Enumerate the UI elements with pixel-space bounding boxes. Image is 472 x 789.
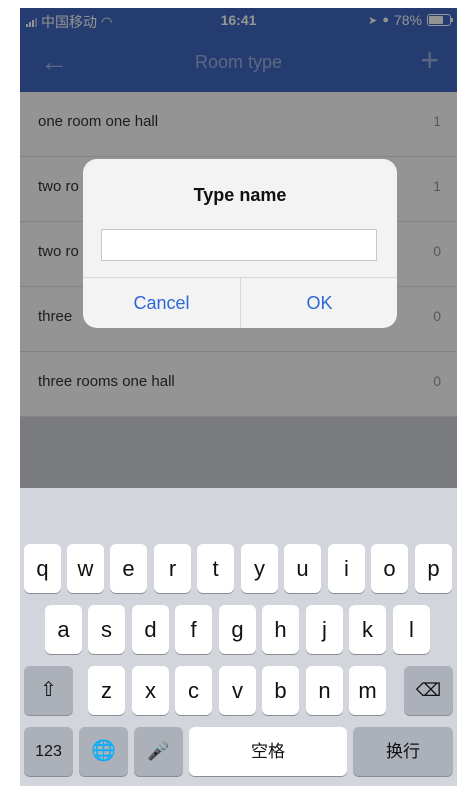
key-l[interactable]: l [393,605,430,654]
numbers-key[interactable]: 123 [24,727,73,776]
type-name-input[interactable] [101,229,377,261]
key-c[interactable]: c [175,666,212,715]
key-d[interactable]: d [132,605,169,654]
backspace-key[interactable]: ⌫ [404,666,453,715]
key-h[interactable]: h [262,605,299,654]
phone-frame: 中国移动 ◠ 16:41 ➤ ● 78% ← Room type + one r… [0,0,472,789]
type-name-dialog: Type name Cancel OK [83,159,397,328]
key-e[interactable]: e [110,544,147,593]
key-v[interactable]: v [219,666,256,715]
key-t[interactable]: t [197,544,234,593]
key-j[interactable]: j [306,605,343,654]
globe-icon[interactable]: 🌐 [79,727,128,776]
microphone-icon[interactable]: 🎤 [134,727,183,776]
key-z[interactable]: z [88,666,125,715]
key-q[interactable]: q [24,544,61,593]
key-a[interactable]: a [45,605,82,654]
key-b[interactable]: b [262,666,299,715]
cancel-button[interactable]: Cancel [83,278,240,328]
key-f[interactable]: f [175,605,212,654]
app-screen: 中国移动 ◠ 16:41 ➤ ● 78% ← Room type + one r… [20,8,457,786]
key-u[interactable]: u [284,544,321,593]
keyboard: q w e r t y u i o p a s d f g h j k l ⇧ … [20,488,457,786]
key-x[interactable]: x [132,666,169,715]
key-y[interactable]: y [241,544,278,593]
key-k[interactable]: k [349,605,386,654]
key-o[interactable]: o [371,544,408,593]
dialog-title: Type name [193,185,287,205]
key-w[interactable]: w [67,544,104,593]
key-i[interactable]: i [328,544,365,593]
key-g[interactable]: g [219,605,256,654]
return-key[interactable]: 换行 [353,727,453,776]
key-r[interactable]: r [154,544,191,593]
key-p[interactable]: p [415,544,452,593]
key-n[interactable]: n [306,666,343,715]
key-s[interactable]: s [88,605,125,654]
key-m[interactable]: m [349,666,386,715]
space-key[interactable]: 空格 [189,727,347,776]
shift-key[interactable]: ⇧ [24,666,73,715]
ok-button[interactable]: OK [241,278,397,328]
